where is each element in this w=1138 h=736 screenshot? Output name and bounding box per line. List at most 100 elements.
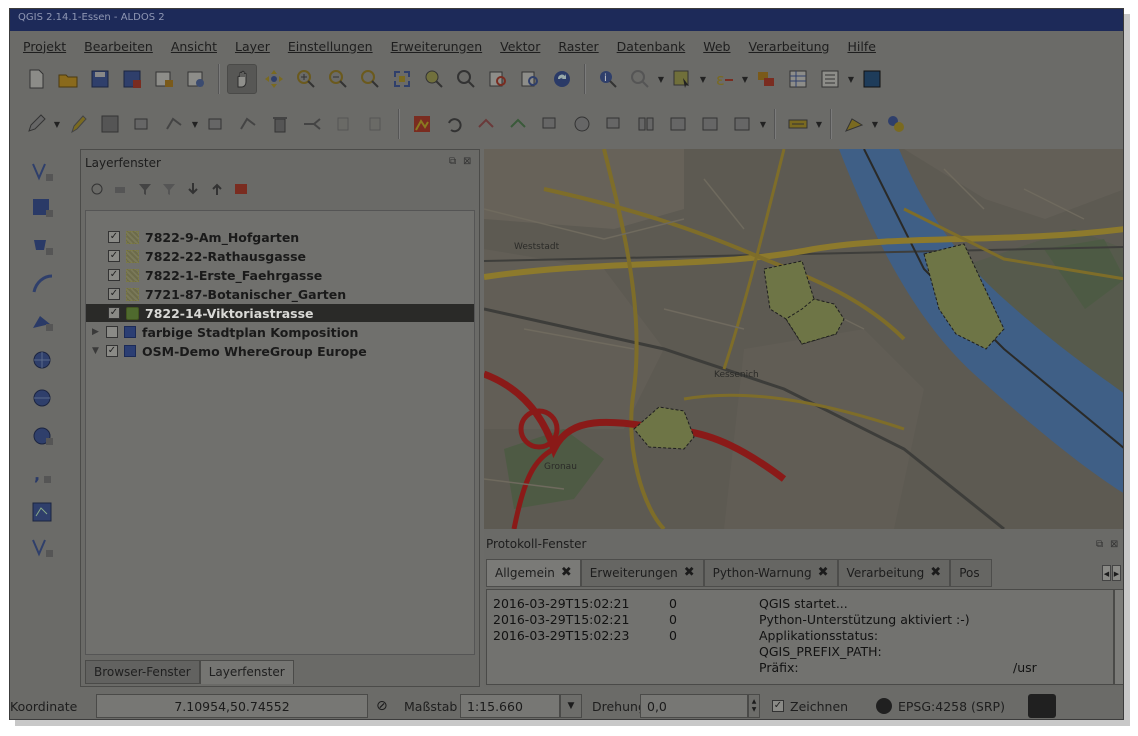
add-feature-icon[interactable]: [127, 109, 157, 139]
menu-erweiterungen[interactable]: Erweiterungen: [384, 39, 494, 54]
help-icon[interactable]: [815, 64, 845, 94]
menu-vektor[interactable]: Vektor: [493, 39, 551, 54]
menu-ansicht[interactable]: Ansicht: [164, 39, 228, 54]
layer-row-selected[interactable]: ✓ 7822-14-Viktoriastrasse: [86, 304, 474, 322]
fill-ring-icon[interactable]: [567, 109, 597, 139]
layer-row[interactable]: ✓ 7721-87-Botanischer_Garten: [108, 285, 346, 303]
close-icon[interactable]: ⊠: [463, 156, 471, 167]
style-manager-icon[interactable]: [89, 181, 105, 197]
layer-checkbox[interactable]: ✓: [108, 250, 120, 262]
zoom-next-icon[interactable]: [515, 64, 545, 94]
close-tab-icon[interactable]: ✖: [930, 566, 941, 586]
crs-label[interactable]: EPSG:4258 (SRP): [898, 699, 1022, 714]
add-wfs-icon[interactable]: [28, 384, 58, 414]
redo-icon[interactable]: [471, 109, 501, 139]
add-postgis-icon[interactable]: [28, 232, 58, 262]
dropdown-arrow-icon[interactable]: ▼: [698, 64, 708, 94]
menu-hilfe[interactable]: Hilfe: [841, 39, 887, 54]
coordinate-toggle-icon[interactable]: ⊘: [376, 698, 398, 714]
dropdown-arrow-icon[interactable]: ▼: [846, 64, 856, 94]
open-project-icon[interactable]: [53, 64, 83, 94]
zoom-out-icon[interactable]: [323, 64, 353, 94]
menu-datenbank[interactable]: Datenbank: [610, 39, 697, 54]
copy-icon[interactable]: [329, 109, 359, 139]
float-icon[interactable]: ⧉: [1096, 539, 1103, 550]
new-project-icon[interactable]: [21, 64, 51, 94]
zoom-selection-icon[interactable]: [419, 64, 449, 94]
tab-allgemein[interactable]: Allgemein ✖: [486, 559, 581, 587]
close-tab-icon[interactable]: ✖: [818, 566, 829, 586]
whats-this-icon[interactable]: [857, 64, 887, 94]
log-scrollbar[interactable]: [1114, 589, 1123, 685]
zoom-native-icon[interactable]: [355, 64, 385, 94]
save-edits-icon[interactable]: [95, 109, 125, 139]
select-icon[interactable]: [667, 64, 697, 94]
add-raster-icon[interactable]: [28, 194, 58, 224]
layer-checkbox[interactable]: ✓: [108, 231, 120, 243]
layer-group-row[interactable]: ▼ ✓ OSM-Demo WhereGroup Europe: [92, 342, 367, 360]
field-calc-icon[interactable]: [783, 64, 813, 94]
coordinate-field[interactable]: 7.10954,50.74552: [96, 694, 368, 718]
close-tab-icon[interactable]: ✖: [684, 566, 695, 586]
identify-icon[interactable]: i: [593, 64, 623, 94]
menu-web[interactable]: Web: [696, 39, 741, 54]
deselect-icon[interactable]: ε: [709, 64, 739, 94]
composer-manager-icon[interactable]: [181, 64, 211, 94]
menu-verarbeitung[interactable]: Verarbeitung: [742, 39, 841, 54]
layer-checkbox[interactable]: [106, 326, 118, 338]
simplify-icon[interactable]: [503, 109, 533, 139]
pan-to-selection-icon[interactable]: [259, 64, 289, 94]
digitize-icon[interactable]: [407, 109, 437, 139]
dropdown-arrow-icon[interactable]: ▼: [52, 109, 62, 139]
dropdown-arrow-icon[interactable]: ▼: [656, 64, 666, 94]
pan-icon[interactable]: [227, 64, 257, 94]
add-mssql-icon[interactable]: [28, 308, 58, 338]
add-group-icon[interactable]: [113, 181, 129, 197]
dropdown-arrow-icon[interactable]: ▼: [740, 64, 750, 94]
menu-raster[interactable]: Raster: [551, 39, 609, 54]
refresh-icon[interactable]: [547, 64, 577, 94]
render-checkbox[interactable]: ✓: [772, 700, 784, 712]
offset-curve-icon[interactable]: [727, 109, 757, 139]
add-part-icon[interactable]: [599, 109, 629, 139]
close-tab-icon[interactable]: ✖: [561, 566, 572, 586]
messages-icon[interactable]: [1028, 694, 1056, 718]
scale-dropdown-icon[interactable]: ▼: [560, 694, 582, 718]
zoom-in-icon[interactable]: [291, 64, 321, 94]
new-shapefile-icon[interactable]: [28, 534, 58, 564]
remove-layer-icon[interactable]: [233, 181, 249, 197]
cut-icon[interactable]: [297, 109, 327, 139]
add-wms-icon[interactable]: [28, 346, 58, 376]
rotation-spin-icon[interactable]: ▲ ▼: [748, 694, 760, 718]
tab-verarbeitung[interactable]: Verarbeitung ✖: [837, 559, 951, 587]
edit-pencil-icon[interactable]: [21, 109, 51, 139]
merge-attributes-icon[interactable]: [695, 109, 725, 139]
zoom-full-icon[interactable]: [387, 64, 417, 94]
node-tool-icon[interactable]: [159, 109, 189, 139]
rotate-icon[interactable]: [233, 109, 263, 139]
layer-group-row[interactable]: ▶ farbige Stadtplan Komposition: [92, 323, 358, 341]
menu-layer[interactable]: Layer: [228, 39, 281, 54]
tab-layers[interactable]: Layerfenster: [199, 660, 294, 684]
zoom-layer-icon[interactable]: [451, 64, 481, 94]
python-icon[interactable]: [881, 109, 911, 139]
split-icon[interactable]: [631, 109, 661, 139]
label-icon[interactable]: [783, 109, 813, 139]
measure-icon[interactable]: [625, 64, 655, 94]
close-icon[interactable]: ⊠: [1110, 539, 1118, 550]
menu-bearbeiten[interactable]: Bearbeiten: [77, 39, 164, 54]
style-icon[interactable]: [839, 109, 869, 139]
undo-icon[interactable]: [439, 109, 469, 139]
scroll-right-icon[interactable]: ▶: [1112, 565, 1121, 581]
layer-row[interactable]: ✓ 7822-22-Rathausgasse: [108, 247, 306, 265]
add-delimited-text-icon[interactable]: ,: [28, 460, 58, 490]
menu-einstellungen[interactable]: Einstellungen: [281, 39, 384, 54]
log-text-area[interactable]: 2016-03-29T15:02:21 0 QGIS startet... 20…: [486, 589, 1114, 685]
collapse-all-icon[interactable]: [209, 181, 225, 197]
dropdown-arrow-icon[interactable]: ▼: [190, 109, 200, 139]
dropdown-arrow-icon[interactable]: ▼: [814, 109, 824, 139]
tab-erweiterungen[interactable]: Erweiterungen ✖: [580, 559, 704, 587]
expand-all-icon[interactable]: [185, 181, 201, 197]
scale-field[interactable]: 1:15.660: [460, 694, 560, 718]
paste-icon[interactable]: [361, 109, 391, 139]
